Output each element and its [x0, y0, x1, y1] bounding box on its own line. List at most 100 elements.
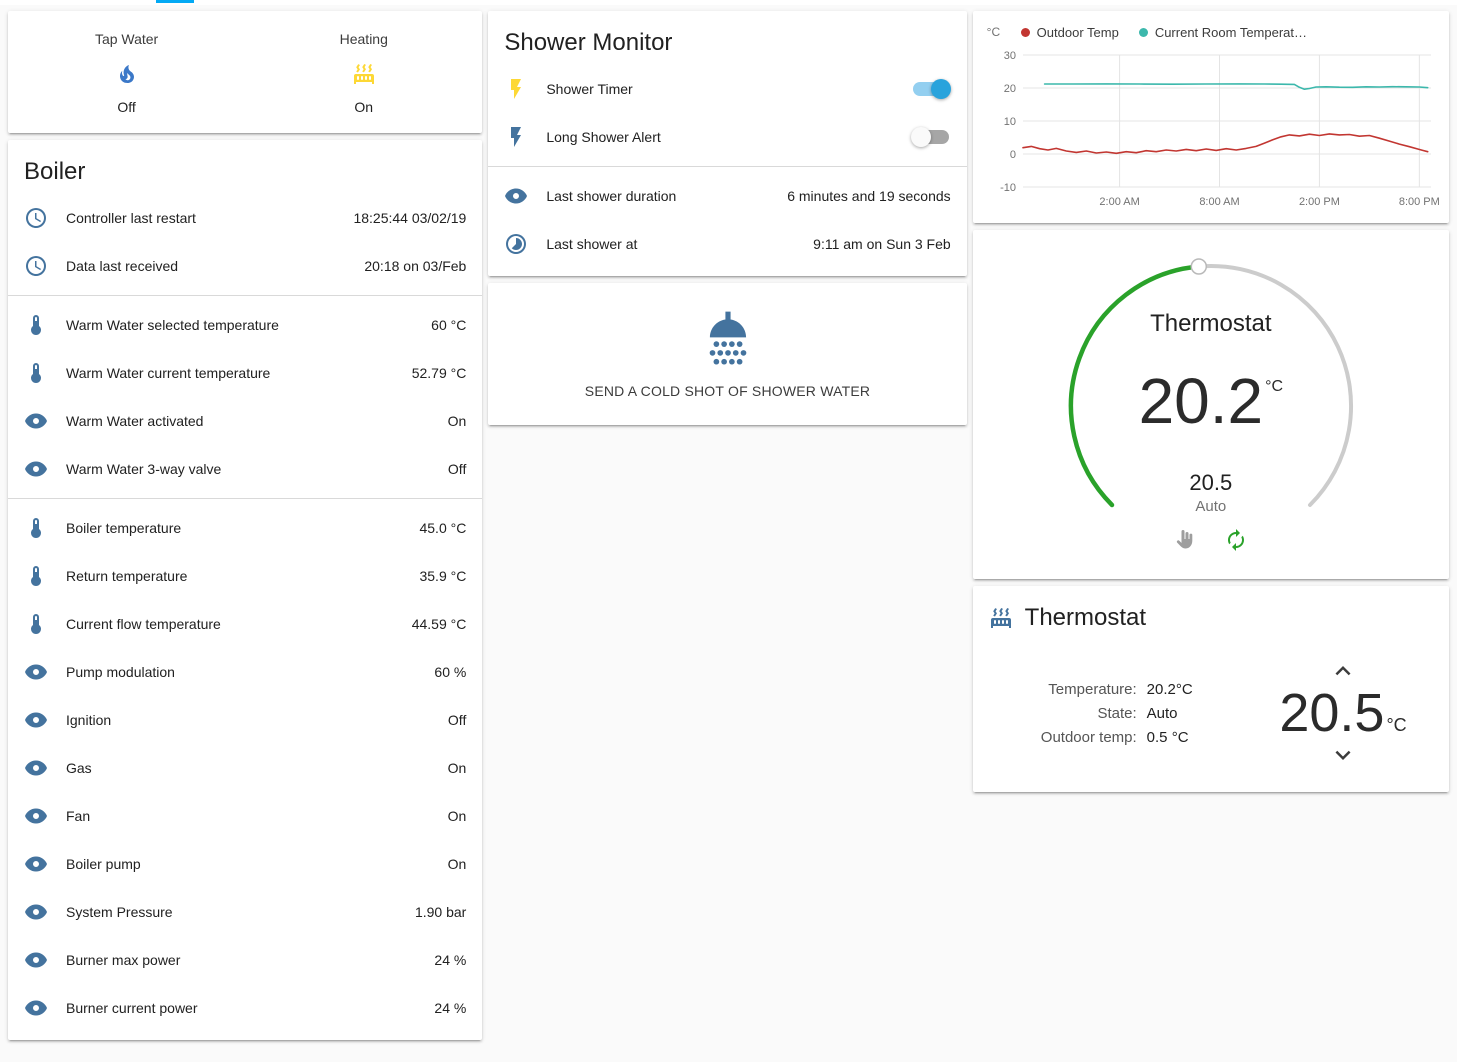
info-label: State:: [989, 705, 1137, 722]
divider: [8, 498, 482, 499]
eye-icon: [504, 184, 528, 208]
row-label: Burner max power: [66, 952, 434, 968]
row-value: 1.90 bar: [415, 904, 466, 920]
chevron-down-icon[interactable]: [1328, 740, 1358, 770]
row-label: Gas: [66, 760, 448, 776]
chevron-up-icon[interactable]: [1328, 656, 1358, 686]
row-pump-modulation[interactable]: Pump modulation 60 %: [8, 648, 482, 696]
dial-knob: [1191, 259, 1206, 274]
row-value: Off: [448, 712, 466, 728]
autorenew-icon[interactable]: [1224, 528, 1248, 552]
row-system-pressure[interactable]: System Pressure 1.90 bar: [8, 888, 482, 936]
flash-icon: [504, 125, 528, 149]
svg-text:10: 10: [1003, 116, 1015, 128]
row-value: 24 %: [434, 952, 466, 968]
row-ignition[interactable]: Ignition Off: [8, 696, 482, 744]
dial-mode-label: Auto: [973, 498, 1449, 515]
svg-text:2:00 PM: 2:00 PM: [1299, 196, 1340, 208]
row-label: Pump modulation: [66, 664, 434, 680]
row-data-last-received[interactable]: Data last received 20:18 on 03/Feb: [8, 242, 482, 290]
fire-icon: [115, 62, 139, 86]
glance-label: Tap Water: [8, 31, 245, 47]
row-return-temperature[interactable]: Return temperature 35.9 °C: [8, 552, 482, 600]
row-fan[interactable]: Fan On: [8, 792, 482, 840]
cold-shot-button[interactable]: SEND A COLD SHOT OF SHOWER WATER: [488, 283, 966, 425]
row-gas[interactable]: Gas On: [8, 744, 482, 792]
row-label: Long Shower Alert: [546, 129, 910, 145]
hand-icon[interactable]: [1174, 528, 1198, 552]
info-row-temperature: Temperature: 20.2°C: [989, 681, 1253, 698]
svg-text:8:00 AM: 8:00 AM: [1199, 196, 1239, 208]
glance-state: On: [245, 99, 482, 115]
row-label: Warm Water selected temperature: [66, 317, 431, 333]
eye-icon: [24, 996, 48, 1020]
clock-icon: [24, 254, 48, 278]
row-burner-current-power[interactable]: Burner current power 24 %: [8, 984, 482, 1032]
row-value: On: [448, 760, 467, 776]
info-value: 20.2°C: [1147, 681, 1193, 698]
setpoint-display: 20.5 °C: [1279, 686, 1406, 740]
info-label: Outdoor temp:: [989, 729, 1137, 746]
app-header-strip: [0, 0, 1457, 5]
row-value: 45.0 °C: [419, 520, 466, 536]
row-shower-timer[interactable]: Shower Timer: [488, 65, 966, 113]
shower-timer-toggle[interactable]: [911, 79, 951, 99]
glance-state: Off: [8, 99, 245, 115]
row-value: 60 °C: [431, 317, 466, 333]
info-row-state: State: Auto: [989, 705, 1253, 722]
info-value: 0.5 °C: [1147, 729, 1189, 746]
row-current-flow-temperature[interactable]: Current flow temperature 44.59 °C: [8, 600, 482, 648]
row-label: Warm Water current temperature: [66, 365, 412, 381]
row-warm-water-current-temperature[interactable]: Warm Water current temperature 52.79 °C: [8, 349, 482, 397]
shower-monitor-title: Shower Monitor: [488, 11, 966, 63]
info-label: Temperature:: [989, 681, 1137, 698]
shower-head-icon: [697, 309, 759, 371]
row-boiler-pump[interactable]: Boiler pump On: [8, 840, 482, 888]
row-value: 60 %: [434, 664, 466, 680]
row-label: Burner current power: [66, 1000, 434, 1016]
svg-text:8:00 PM: 8:00 PM: [1399, 196, 1439, 208]
svg-text:20: 20: [1003, 83, 1015, 95]
row-controller-last-restart[interactable]: Controller last restart 18:25:44 03/02/1…: [8, 194, 482, 242]
active-tab-indicator: [156, 0, 194, 3]
row-warm-water-activated[interactable]: Warm Water activated On: [8, 397, 482, 445]
row-value: 18:25:44 03/02/19: [353, 210, 466, 226]
chart-legend: °C Outdoor Temp Current Room Temperat…: [987, 21, 1439, 43]
thermostat-info-title: Thermostat: [1025, 604, 1146, 632]
row-value: 9:11 am on Sun 3 Feb: [813, 236, 951, 252]
glance-item-heating[interactable]: Heating On: [245, 31, 482, 115]
row-label: Data last received: [66, 258, 364, 274]
thermometer-icon: [24, 361, 48, 385]
row-burner-max-power[interactable]: Burner max power 24 %: [8, 936, 482, 984]
row-label: Boiler pump: [66, 856, 448, 872]
row-label: Controller last restart: [66, 210, 353, 226]
thermometer-icon: [24, 313, 48, 337]
eye-icon: [24, 660, 48, 684]
glance-item-tap-water[interactable]: Tap Water Off: [8, 31, 245, 115]
row-label: Warm Water 3-way valve: [66, 461, 448, 477]
legend-item-current-room-temperature: Current Room Temperat…: [1139, 25, 1307, 40]
eye-icon: [24, 804, 48, 828]
row-value: 35.9 °C: [419, 568, 466, 584]
row-boiler-temperature[interactable]: Boiler temperature 45.0 °C: [8, 504, 482, 552]
thermostat-dial-card: Thermostat 20.2 °C 20.5 Auto: [973, 230, 1449, 579]
tap-water-heating-card: Tap Water Off Heating On: [8, 11, 482, 133]
row-last-shower-at[interactable]: Last shower at 9:11 am on Sun 3 Feb: [488, 220, 966, 268]
row-value: 44.59 °C: [412, 616, 467, 632]
row-last-shower-duration[interactable]: Last shower duration 6 minutes and 19 se…: [488, 172, 966, 220]
eye-icon: [24, 457, 48, 481]
svg-text:-10: -10: [1000, 182, 1016, 194]
eye-icon: [24, 708, 48, 732]
timelapse-icon: [504, 232, 528, 256]
long-shower-alert-toggle[interactable]: [911, 127, 951, 147]
row-long-shower-alert[interactable]: Long Shower Alert: [488, 113, 966, 161]
flash-icon: [504, 77, 528, 101]
row-value: On: [448, 808, 467, 824]
shower-monitor-card: Shower Monitor Shower Timer Long Shower …: [488, 11, 966, 276]
info-row-outdoor-temp: Outdoor temp: 0.5 °C: [989, 729, 1253, 746]
thermometer-icon: [24, 564, 48, 588]
row-warm-water-3-way-valve[interactable]: Warm Water 3-way valve Off: [8, 445, 482, 493]
cold-shot-label: SEND A COLD SHOT OF SHOWER WATER: [585, 383, 870, 399]
legend-dot: [1021, 28, 1030, 37]
row-warm-water-selected-temperature[interactable]: Warm Water selected temperature 60 °C: [8, 301, 482, 349]
